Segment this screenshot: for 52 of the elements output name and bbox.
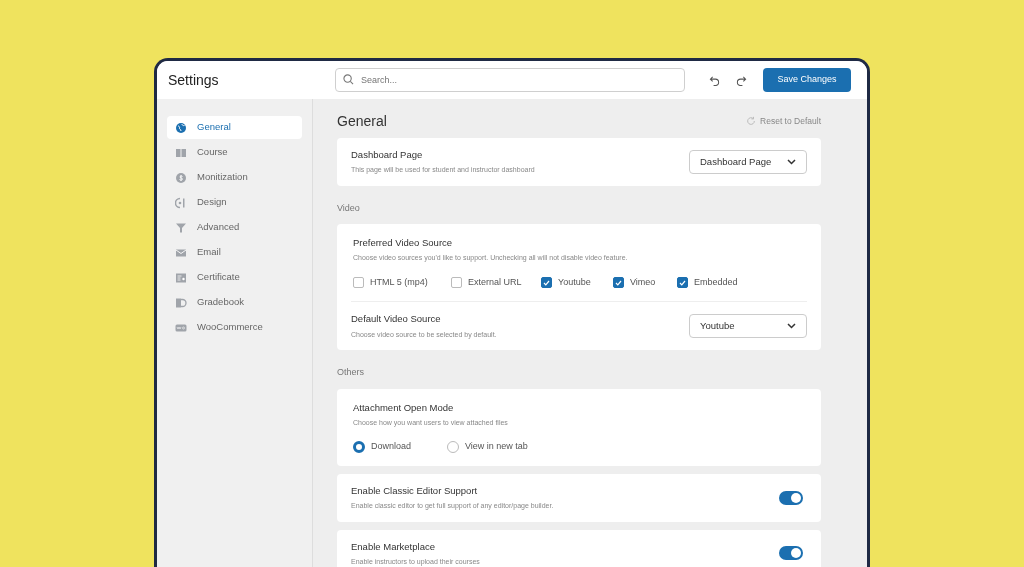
dollar-coin-icon — [175, 171, 187, 184]
sidebar-item[interactable]: Course — [167, 141, 302, 164]
option-label: Embedded — [694, 275, 738, 289]
toggle-switch[interactable] — [779, 490, 803, 505]
toggle-switch[interactable] — [779, 546, 803, 561]
undo-icon[interactable] — [709, 74, 720, 86]
setting-title: Attachment Open Mode — [353, 400, 455, 415]
dropdown[interactable]: Dashboard Page — [689, 149, 807, 174]
checkbox[interactable] — [451, 277, 462, 289]
section-heading: Video — [337, 201, 361, 215]
page-title: General — [337, 113, 387, 130]
setting-title: Enable Classic Editor Support — [351, 483, 479, 498]
option-label: Vimeo — [630, 275, 656, 289]
option-label: HTML 5 (mp4) — [370, 275, 428, 289]
option-label: Youtube — [558, 275, 591, 289]
option-label: View in new tab — [465, 440, 528, 454]
save-changes-button[interactable]: Save Changes — [763, 68, 851, 92]
chevron-down-icon — [787, 158, 796, 165]
section-heading: Others — [337, 366, 365, 380]
chevron-down-icon — [787, 323, 796, 330]
option-label: Download — [371, 440, 412, 454]
sidebar-item[interactable]: Monitization — [167, 166, 302, 189]
sidebar-item[interactable]: Gradebook — [167, 291, 302, 314]
search-icon — [343, 74, 354, 85]
sidebar-item[interactable]: Advanced — [167, 216, 302, 239]
sidebar-item[interactable]: Certificate — [167, 266, 302, 289]
app-title: Settings — [168, 71, 220, 89]
funnel-icon — [175, 221, 187, 234]
setting-title: Preferred Video Source — [353, 236, 454, 251]
radio-button[interactable] — [353, 441, 365, 454]
sidebar-item[interactable]: General — [167, 116, 302, 139]
setting-title: Dashboard Page — [351, 147, 424, 162]
checkbox[interactable] — [541, 277, 552, 289]
sidebar-item[interactable]: Email — [167, 241, 302, 264]
design-icon — [175, 196, 187, 209]
certificate-icon — [175, 271, 187, 284]
reset-to-default-link[interactable]: Reset to Default — [746, 115, 821, 128]
setting-title: Enable Marketplace — [351, 539, 436, 554]
reset-icon — [746, 116, 757, 127]
setting-title: Default Video Source — [351, 312, 442, 327]
sidebar-item[interactable]: WooCommerce — [167, 316, 302, 339]
globe-icon — [175, 121, 187, 134]
checkbox[interactable] — [613, 277, 624, 289]
dropdown[interactable]: Youtube — [689, 314, 807, 339]
search-field[interactable]: Search... — [335, 68, 685, 92]
redo-icon[interactable] — [736, 74, 747, 86]
option-label: External URL — [468, 275, 522, 289]
checkbox[interactable] — [677, 277, 688, 289]
checkbox[interactable] — [353, 277, 364, 289]
sidebar-item[interactable]: Design — [167, 191, 302, 214]
gradebook-icon — [175, 296, 187, 309]
book-icon — [175, 146, 187, 159]
